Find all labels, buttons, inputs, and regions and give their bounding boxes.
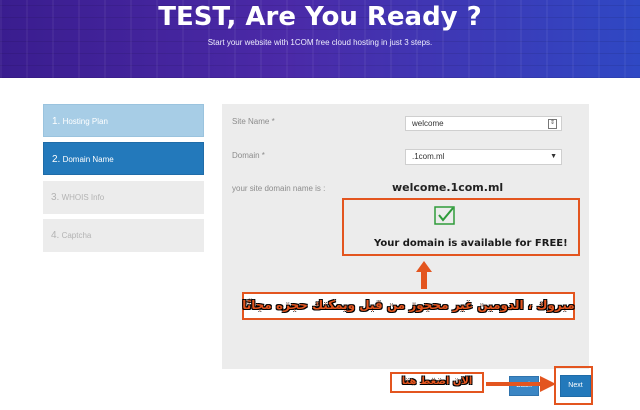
hero-banner: TEST, Are You Ready ? Start your website… xyxy=(0,0,640,78)
step-number: 4. xyxy=(51,230,60,241)
arrow-right-icon xyxy=(486,376,556,392)
domain-select-value: .1com.ml xyxy=(412,152,445,161)
domain-label: Domain * xyxy=(232,151,265,160)
site-name-label: Site Name * xyxy=(232,117,275,126)
step-number: 2. xyxy=(52,154,61,165)
step-captcha: 4. Captcha xyxy=(43,219,204,252)
checkmark-icon xyxy=(434,206,455,225)
step-label: Captcha xyxy=(61,231,92,240)
step-number: 3. xyxy=(51,192,60,203)
step-number: 1. xyxy=(52,116,61,127)
step-whois-info: 3. WHOIS Info xyxy=(43,181,204,214)
step-label: Hosting Plan xyxy=(62,117,108,126)
input-stepper-icon: ⇕ xyxy=(548,119,557,129)
domain-result-value: welcome.1com.ml xyxy=(392,181,504,194)
site-name-input[interactable]: welcome ⇕ xyxy=(405,116,562,131)
availability-message: Your domain is available for FREE! xyxy=(374,238,568,249)
page-subtitle: Start your website with 1COM free cloud … xyxy=(207,38,433,47)
chevron-down-icon: ▼ xyxy=(550,153,557,160)
step-label: WHOIS Info xyxy=(61,193,105,202)
domain-select[interactable]: .1com.ml ▼ xyxy=(405,149,562,165)
arabic-click-here: الان اضغط هنا xyxy=(401,376,473,387)
step-label: Domain Name xyxy=(62,155,114,164)
step-hosting-plan[interactable]: 1. Hosting Plan xyxy=(43,104,204,137)
next-button[interactable]: Next xyxy=(560,375,591,397)
page-title: TEST, Are You Ready ? xyxy=(158,2,482,32)
result-label: your site domain name is : xyxy=(232,184,326,193)
step-domain-name[interactable]: 2. Domain Name xyxy=(43,142,204,175)
arrow-up-icon xyxy=(416,261,432,289)
arabic-note: مبروك ، الدومين غير محجوز من قبل ويمكنك … xyxy=(242,298,575,312)
site-name-value: welcome xyxy=(412,119,444,128)
